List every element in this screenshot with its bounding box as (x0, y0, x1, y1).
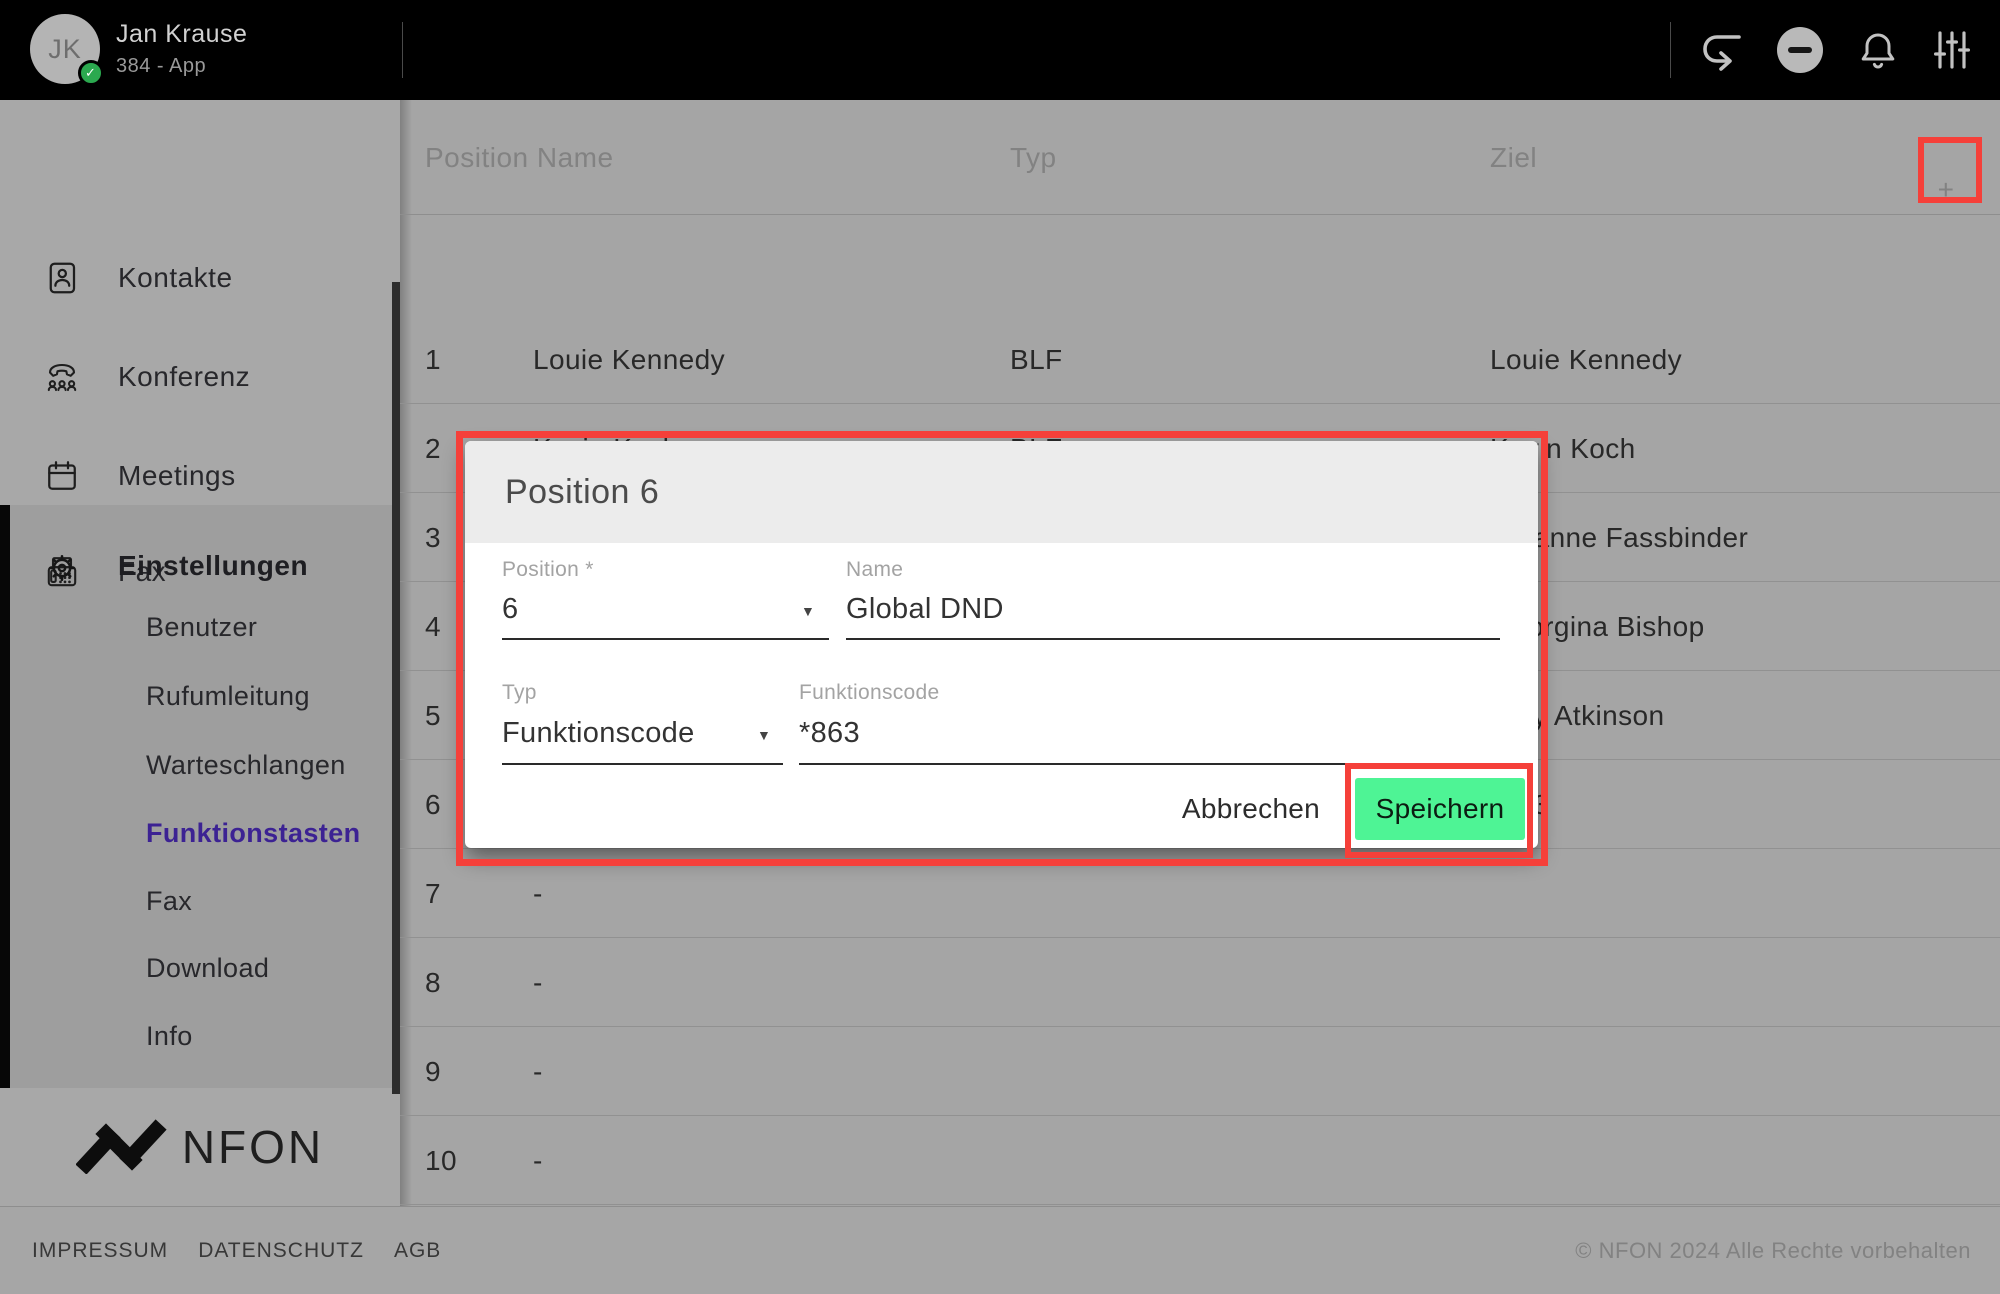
app-root: JK ✓ Jan Krause 384 - App (0, 0, 2000, 1294)
call-redirect-button[interactable] (1694, 0, 1750, 100)
settings-sliders-button[interactable] (1924, 0, 1980, 100)
header-divider (1670, 22, 1671, 78)
position-dialog: Position 6 Position * 6 ▼ Name Global DN… (465, 441, 1538, 848)
name-label: Name (846, 558, 903, 582)
dnd-status-icon (1777, 27, 1823, 73)
funktionscode-input[interactable]: *863 (799, 717, 860, 750)
chevron-down-icon[interactable]: ▼ (757, 727, 771, 743)
avatar: JK ✓ (30, 14, 100, 84)
call-redirect-icon (1698, 24, 1746, 76)
status-badge: ✓ (78, 60, 104, 86)
sliders-icon (1928, 26, 1976, 74)
position-label: Position * (502, 558, 594, 582)
typ-select[interactable]: Funktionscode (502, 717, 695, 750)
check-icon: ✓ (85, 65, 97, 81)
funktionscode-label: Funktionscode (799, 681, 939, 705)
avatar-initials: JK (48, 34, 82, 65)
chevron-down-icon[interactable]: ▼ (801, 603, 815, 619)
field-underline (846, 638, 1500, 640)
field-underline (502, 763, 783, 765)
notifications-button[interactable] (1850, 0, 1906, 100)
typ-label: Typ (502, 681, 537, 705)
field-underline (799, 763, 1500, 765)
cancel-button[interactable]: Abbrechen (1171, 779, 1331, 839)
header-divider (402, 22, 403, 78)
field-underline (502, 638, 829, 640)
bell-icon (1854, 26, 1902, 74)
app-header: JK ✓ Jan Krause 384 - App (0, 0, 2000, 100)
dnd-status-button[interactable] (1772, 0, 1828, 100)
dialog-title: Position 6 (505, 441, 659, 543)
save-button[interactable]: Speichern (1355, 778, 1525, 840)
name-input[interactable]: Global DND (846, 593, 1004, 626)
position-select[interactable]: 6 (502, 593, 518, 626)
user-name: Jan Krause (116, 20, 247, 49)
dialog-header: Position 6 (465, 441, 1538, 543)
user-extension: 384 - App (116, 55, 247, 78)
user-profile[interactable]: JK ✓ Jan Krause 384 - App (30, 14, 247, 84)
